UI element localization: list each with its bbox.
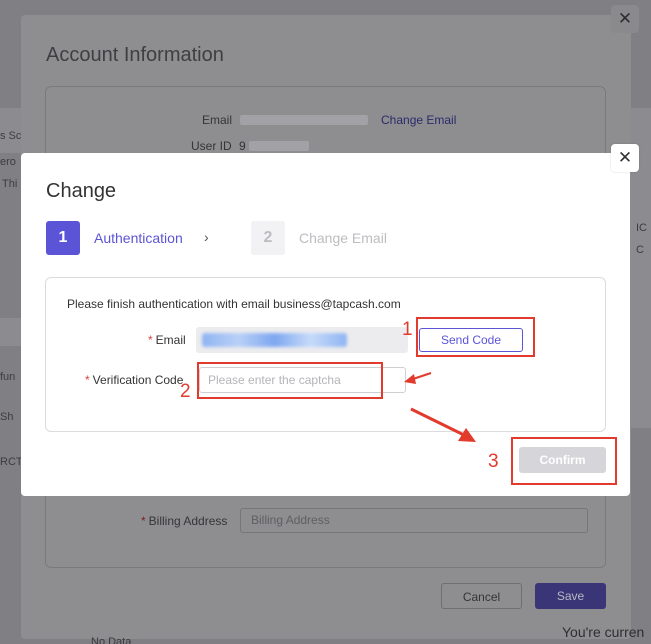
step-1-authentication: Authentication [94,230,183,246]
user-id-value: 9 [239,139,246,153]
annotation-number-3: 3 [488,451,499,472]
background-text: C [636,244,644,256]
annotation-number-1: 1 [402,319,413,340]
no-data-text: No Data [91,636,132,644]
required-mark: * [85,373,90,387]
annotation-box-1 [416,317,535,357]
step-2-number: 2 [251,221,285,255]
step-2-change-email: Change Email [299,230,387,246]
required-mark: * [141,514,146,528]
background-text: s Sc [0,130,22,142]
outer-close-icon[interactable]: ✕ [611,5,639,33]
required-mark: * [148,333,153,347]
billing-address-label: * Billing Address [141,514,227,528]
authentication-message: Please finish authentication with email … [67,297,401,311]
background-text: Sh [0,411,14,423]
account-information-title: Account Information [46,44,224,66]
background-heading: You're curren [562,624,645,640]
billing-address-input[interactable]: Billing Address [240,508,588,533]
verification-code-label: * Verification Code [85,373,183,387]
email-value-redacted [202,333,347,347]
verification-code-label-text: Verification Code [92,373,184,387]
background-text: Thi [2,178,18,190]
user-id-label: User ID [191,139,232,153]
background-strip [0,318,22,346]
email-field [196,327,408,353]
background-text: ero [0,156,16,168]
auth-email-label: * Email [148,333,186,347]
auth-email-label-text: Email [155,333,186,347]
user-id-value-redacted [249,141,309,151]
step-1-number: 1 [46,221,80,255]
chevron-right-icon: › [204,229,209,245]
background-text: IC [636,222,647,234]
change-modal-title: Change [46,180,117,202]
billing-address-label-text: Billing Address [148,514,228,528]
cancel-button[interactable]: Cancel [441,583,522,609]
annotation-box-3 [511,437,617,485]
background-text: fun [0,371,16,383]
save-button[interactable]: Save [535,583,606,609]
annotation-number-2: 2 [180,381,191,402]
change-email-link[interactable]: Change Email [381,113,456,127]
inner-close-icon[interactable]: ✕ [611,144,639,172]
account-email-value-redacted [240,115,368,125]
annotation-box-2 [197,362,383,399]
background-text: RCT [0,456,23,468]
account-email-label: Email [202,113,233,127]
